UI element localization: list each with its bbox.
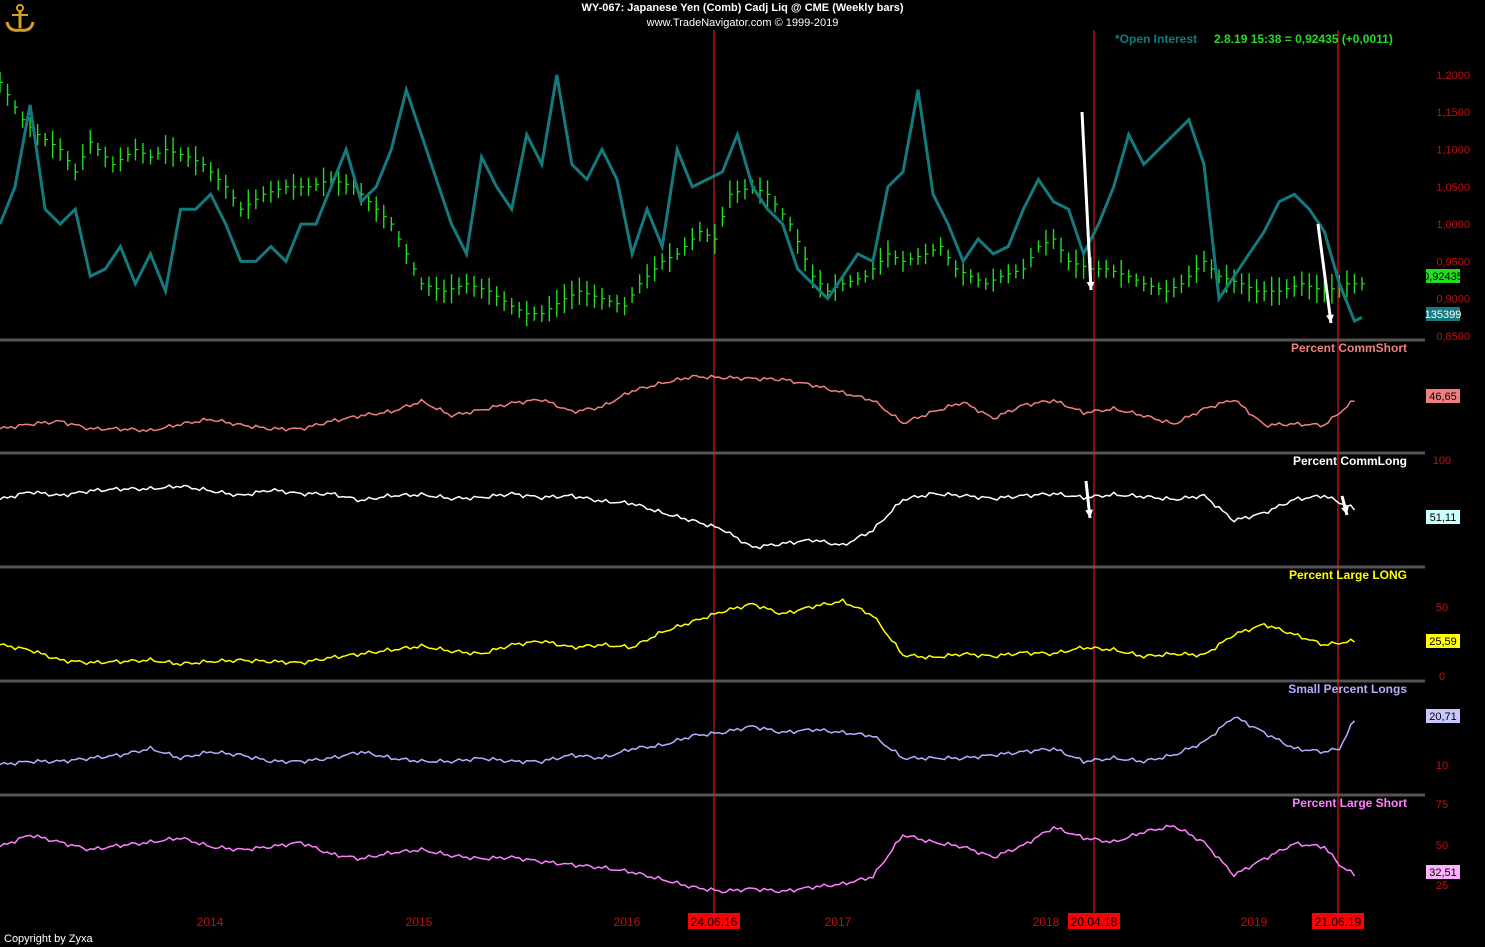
price-arrow-2 (1316, 223, 1333, 324)
year-label: 2017 (825, 915, 852, 929)
year-label: 2016 (614, 915, 641, 929)
chart-canvas: 1,2000 1,1500 1,1000 1,0500 1,0000 0,9500 0,90… (0, 30, 1470, 929)
comm-short-line (0, 374, 1355, 433)
small-longs-title: Small Percent Longs (1288, 682, 1407, 696)
price-last-value: 0,92435 (1423, 271, 1463, 283)
large-short-line (0, 824, 1356, 894)
large-long-title: Percent Large LONG (1289, 568, 1407, 582)
date-marker-label: 24.06.16 (691, 915, 738, 929)
year-label: 2018 (1033, 915, 1060, 929)
open-interest-line (0, 74, 1363, 324)
open-interest-legend: *Open Interest (1115, 32, 1197, 46)
price-tick-label: 0,9000 (1436, 294, 1470, 306)
year-label: 2019 (1241, 915, 1268, 929)
large-short-title: Percent Large Short (1292, 796, 1407, 810)
date-marker-label: 20.04.18 (1071, 915, 1118, 929)
small-longs-line (0, 716, 1356, 767)
large-long-line (0, 598, 1355, 667)
large-long-tick-label: 50 (1436, 602, 1448, 614)
price-tick-label: 1,0500 (1436, 182, 1470, 194)
price-tick-label: 1,0000 (1436, 219, 1470, 231)
large-long-tick-label: 0 (1439, 671, 1445, 683)
large-long-last-value: 25,59 (1429, 636, 1457, 648)
price-tick-label: 0,9500 (1436, 256, 1470, 268)
large-short-tick-label: 25 (1436, 880, 1448, 892)
price-tick-label: 1,2000 (1436, 70, 1470, 82)
legend-value-text: 2.8.19 15:38 = 0,92435 (+0,0011) (1214, 32, 1393, 46)
large-short-last-value: 32,51 (1429, 867, 1457, 879)
price-tick-label: 1,1000 (1436, 145, 1470, 157)
large-short-tick-label: 50 (1436, 840, 1448, 852)
small-longs-tick-label: 10 (1436, 760, 1448, 772)
comm-long-last-value: 51,11 (1430, 512, 1457, 524)
comm-long-line (0, 484, 1356, 550)
year-label: 2015 (406, 915, 433, 929)
date-marker-label: 21.06.19 (1315, 915, 1362, 929)
price-tick-label: 0,8500 (1436, 331, 1470, 343)
comm-short-last-value: 46,65 (1429, 391, 1457, 403)
copyright-text: Copyright by Zyxa (4, 933, 93, 945)
oi-last-value: 135399 (1425, 309, 1462, 321)
small-longs-last-value: 20,71 (1429, 711, 1457, 723)
year-label: 2014 (197, 915, 224, 929)
comm-long-title: Percent CommLong (1293, 454, 1407, 468)
price-arrow-1-head (1086, 281, 1095, 290)
large-short-tick-label: 75 (1436, 799, 1448, 811)
comm-long-tick-label: 100 (1433, 455, 1451, 467)
comm-short-title: Percent CommShort (1291, 341, 1407, 355)
price-tick-label: 1,1500 (1436, 107, 1470, 119)
